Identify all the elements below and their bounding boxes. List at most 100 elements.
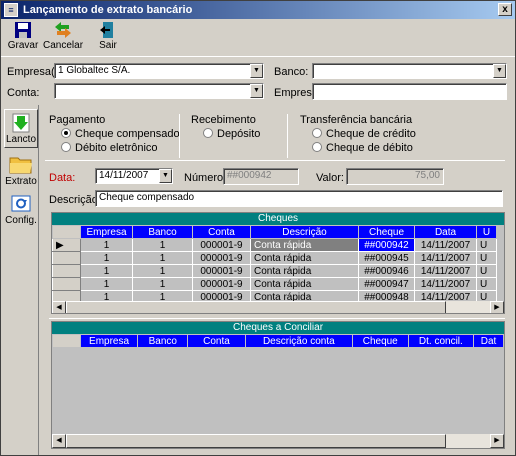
empresas-value: 1 Globaltec S/A.	[58, 65, 131, 76]
radio-icon	[312, 142, 322, 152]
group-divider	[287, 114, 288, 158]
data-combo[interactable]: 14/11/2007 ▼	[95, 168, 173, 184]
scroll-right-icon[interactable]: ▶	[490, 434, 504, 448]
table-cell[interactable]: 14/11/2007	[414, 238, 477, 252]
column-header[interactable]: Conta	[192, 225, 251, 239]
table-cell[interactable]: ##000946	[358, 264, 415, 278]
table-row[interactable]: ▶ 1 1 000001-9 Conta rápida ##000942 14/11/200…	[52, 238, 497, 252]
valor-field[interactable]: 75,00	[346, 168, 444, 185]
close-button[interactable]: x	[498, 3, 512, 16]
conciliar-hscrollbar[interactable]: ◀ ▶	[52, 434, 504, 448]
cheques-grid[interactable]: Cheques Empresa Banco Conta Descrição Cheque…	[51, 212, 505, 314]
column-header[interactable]: Dat	[473, 334, 504, 348]
table-cell[interactable]: 1	[80, 264, 133, 278]
chevron-down-icon[interactable]: ▼	[493, 64, 506, 78]
table-row[interactable]: 1 1 000001-9 Conta rápida ##000945 14/11/2007…	[52, 251, 497, 265]
deposito-label: Depósito	[217, 128, 261, 140]
debito-eletronico-radio[interactable]: Débito eletrônico	[61, 142, 158, 154]
table-cell[interactable]: Conta rápida	[250, 251, 359, 265]
chevron-down-icon[interactable]: ▼	[250, 84, 263, 98]
chevron-down-icon[interactable]: ▼	[159, 169, 172, 183]
sair-button[interactable]: Sair	[93, 21, 123, 53]
row-indicator[interactable]	[52, 277, 81, 291]
window-title: Lançamento de extrato bancário	[23, 4, 193, 16]
extrato-tab[interactable]: Extrato	[4, 154, 38, 187]
table-cell[interactable]: 1	[80, 277, 133, 291]
numero-field[interactable]: ##000942	[223, 168, 299, 185]
config-icon	[11, 195, 31, 212]
cancel-icon	[55, 22, 71, 38]
deposito-radio[interactable]: Depósito	[203, 128, 260, 140]
column-header[interactable]: Conta	[187, 334, 246, 348]
table-cell[interactable]: U	[476, 264, 497, 278]
table-cell[interactable]: Conta rápida	[250, 238, 359, 252]
table-cell[interactable]: 000001-9	[192, 251, 251, 265]
column-header[interactable]: Data	[414, 225, 477, 239]
scroll-left-icon[interactable]: ◀	[52, 301, 66, 313]
cheque-credito-radio[interactable]: Cheque de crédito	[312, 128, 416, 140]
radio-icon	[203, 128, 213, 138]
scroll-thumb[interactable]	[66, 434, 446, 448]
table-cell[interactable]: ##000947	[358, 277, 415, 291]
cheques-hscrollbar[interactable]: ◀ ▶	[52, 301, 504, 313]
table-row[interactable]: 1 1 000001-9 Conta rápida ##000947 14/11/2007…	[52, 277, 497, 291]
corner-header	[52, 334, 81, 348]
down-arrow-icon	[12, 113, 30, 133]
table-cell[interactable]: 14/11/2007	[414, 251, 477, 265]
table-cell[interactable]: U	[476, 251, 497, 265]
gravar-button[interactable]: Gravar	[5, 21, 41, 53]
lancto-tab[interactable]: Lancto	[4, 109, 38, 148]
row-indicator[interactable]	[52, 251, 81, 265]
table-cell[interactable]: 1	[132, 238, 193, 252]
table-cell[interactable]: 1	[80, 251, 133, 265]
descricao-field[interactable]: Cheque compensado	[95, 190, 503, 207]
cancelar-button[interactable]: Cancelar	[43, 21, 83, 53]
table-cell[interactable]: 000001-9	[192, 264, 251, 278]
table-cell[interactable]: ##000942	[358, 238, 415, 252]
column-header[interactable]: Descrição	[250, 225, 359, 239]
cheque-debito-radio[interactable]: Cheque de débito	[312, 142, 413, 154]
conciliar-title: Cheques a Conciliar	[52, 322, 504, 334]
column-header[interactable]: Empresa	[80, 225, 133, 239]
table-cell[interactable]: Conta rápida	[250, 277, 359, 291]
table-cell[interactable]: U	[476, 277, 497, 291]
table-cell[interactable]: 1	[80, 238, 133, 252]
empresa-field[interactable]	[312, 83, 507, 100]
table-cell[interactable]: 000001-9	[192, 277, 251, 291]
scroll-thumb[interactable]	[66, 301, 446, 313]
row-indicator[interactable]	[52, 264, 81, 278]
cheque-compensado-radio[interactable]: Cheque compensado	[61, 128, 180, 140]
column-header[interactable]: Banco	[137, 334, 189, 348]
empresas-combo[interactable]: 1 Globaltec S/A. ▼	[54, 63, 264, 79]
column-header[interactable]: Banco	[132, 225, 193, 239]
column-header[interactable]: U	[476, 225, 497, 239]
table-cell[interactable]: 14/11/2007	[414, 277, 477, 291]
radio-icon	[61, 142, 71, 152]
table-cell[interactable]: Conta rápida	[250, 264, 359, 278]
pagamento-label: Pagamento	[49, 114, 106, 126]
table-cell[interactable]: 14/11/2007	[414, 264, 477, 278]
scroll-right-icon[interactable]: ▶	[490, 301, 504, 313]
table-cell[interactable]: 1	[132, 277, 193, 291]
debito-eletronico-label: Débito eletrônico	[75, 142, 158, 154]
table-cell[interactable]: U	[476, 238, 497, 252]
column-header[interactable]: Dt. concil.	[407, 334, 475, 348]
table-cell[interactable]: 000001-9	[192, 238, 251, 252]
conciliar-grid[interactable]: Cheques a Conciliar Empresa Banco Conta Des…	[51, 321, 505, 449]
conta-combo[interactable]: ▼	[54, 83, 264, 99]
column-header[interactable]: Cheque	[358, 225, 415, 239]
column-header[interactable]: Cheque	[351, 334, 409, 348]
table-cell[interactable]: 1	[132, 251, 193, 265]
config-tab[interactable]: Config.	[4, 195, 38, 226]
scroll-left-icon[interactable]: ◀	[52, 434, 66, 448]
column-header[interactable]: Empresa	[79, 334, 139, 348]
chevron-down-icon[interactable]: ▼	[250, 64, 263, 78]
table-row[interactable]: 1 1 000001-9 Conta rápida ##000946 14/11/2007…	[52, 264, 497, 278]
banco-combo[interactable]: ▼	[312, 63, 507, 79]
table-cell[interactable]: 1	[132, 264, 193, 278]
column-header[interactable]: Descrição conta	[244, 334, 353, 348]
table-cell[interactable]: ##000945	[358, 251, 415, 265]
cancelar-label: Cancelar	[43, 40, 84, 51]
descricao-label: Descrição:	[49, 194, 101, 206]
row-pointer-icon[interactable]: ▶	[52, 238, 81, 252]
